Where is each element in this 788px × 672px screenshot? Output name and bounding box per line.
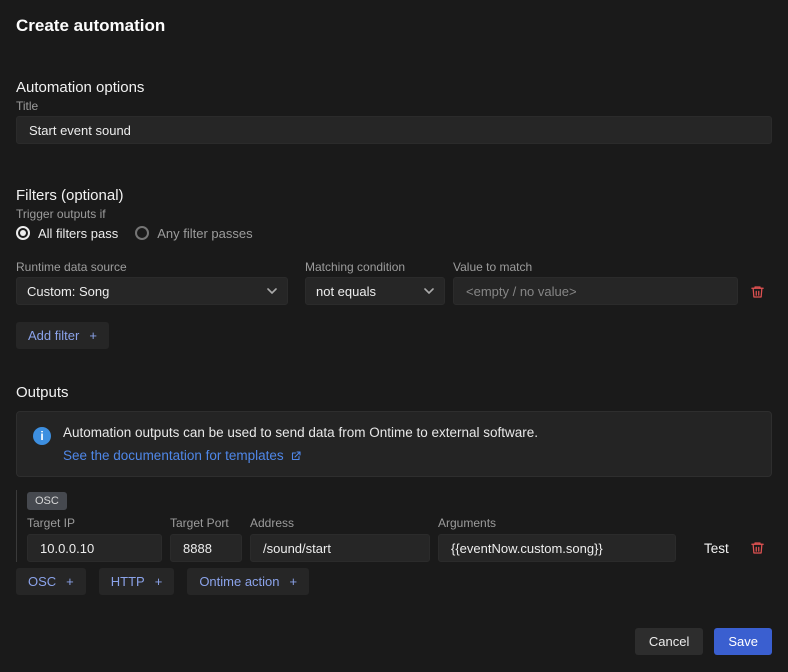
chevron-down-icon — [267, 288, 277, 294]
filters-heading: Filters (optional) — [16, 187, 124, 204]
info-alert-content: Automation outputs can be used to send d… — [63, 425, 538, 463]
save-button[interactable]: Save — [714, 628, 772, 655]
external-link-icon — [291, 450, 301, 460]
add-osc-button[interactable]: OSC + — [16, 568, 86, 595]
documentation-link-label: See the documentation for templates — [63, 448, 284, 463]
address-label: Address — [250, 516, 295, 531]
plus-icon: + — [89, 328, 97, 343]
test-button[interactable]: Test — [698, 534, 735, 562]
radio-all-filters-pass[interactable]: All filters pass — [16, 226, 118, 241]
address-input[interactable] — [250, 534, 430, 563]
trigger-radio-group: All filters pass Any filter passes — [16, 224, 253, 242]
arguments-label: Arguments — [438, 516, 497, 531]
osc-output-card: OSC Target IP Target Port Address Argume… — [16, 490, 773, 563]
value-to-match-label: Value to match — [453, 260, 533, 274]
matching-condition-label: Matching condition — [305, 260, 406, 274]
radio-checked-icon — [16, 226, 30, 240]
target-port-field: Target Port — [170, 516, 242, 563]
create-automation-dialog: Create automation Automation options Tit… — [0, 0, 788, 672]
outputs-heading: Outputs — [16, 384, 69, 401]
delete-filter-button[interactable] — [748, 282, 767, 302]
plus-icon: + — [66, 574, 74, 589]
arguments-input[interactable] — [438, 534, 676, 563]
info-text: Automation outputs can be used to send d… — [63, 425, 539, 440]
plus-icon: + — [154, 574, 163, 589]
dialog-footer: Cancel Save — [634, 628, 772, 655]
runtime-data-source-value: Custom: Song — [27, 283, 110, 299]
target-ip-input[interactable] — [27, 534, 162, 563]
trigger-outputs-label: Trigger outputs if — [16, 207, 106, 221]
chevron-down-icon — [424, 288, 434, 294]
add-http-button[interactable]: HTTP + — [98, 568, 175, 595]
trash-icon — [751, 542, 764, 554]
value-to-match-input[interactable] — [453, 277, 738, 305]
info-icon: i — [33, 427, 51, 445]
address-field: Address — [250, 516, 430, 563]
radio-any-label: Any filter passes — [157, 225, 253, 241]
add-output-row: OSC + HTTP + Ontime action + — [16, 568, 310, 595]
radio-any-filter-passes[interactable]: Any filter passes — [135, 225, 253, 241]
add-filter-label: Add filter — [28, 328, 80, 343]
radio-unchecked-icon — [135, 226, 150, 240]
osc-fields-row: Target IP Target Port Address Arguments … — [27, 516, 773, 563]
runtime-data-source-select[interactable]: Custom: Song — [16, 277, 288, 305]
trash-icon — [751, 286, 764, 298]
matching-condition-select[interactable]: not equals — [305, 277, 445, 305]
documentation-link[interactable]: See the documentation for templates — [63, 448, 302, 463]
target-ip-field: Target IP — [27, 516, 162, 563]
dialog-title: Create automation — [16, 16, 166, 35]
add-http-label: HTTP — [110, 574, 145, 589]
automation-options-heading: Automation options — [16, 79, 145, 96]
title-label: Title — [16, 99, 39, 113]
arguments-field: Arguments — [438, 516, 676, 563]
add-filter-button[interactable]: Add filter + — [16, 322, 109, 349]
target-port-label: Target Port — [170, 516, 229, 531]
info-alert: i Automation outputs can be used to send… — [16, 411, 772, 477]
add-ontime-action-label: Ontime action — [199, 574, 280, 589]
radio-all-label: All filters pass — [38, 225, 119, 241]
plus-icon: + — [289, 574, 298, 589]
add-osc-label: OSC — [28, 574, 57, 589]
target-port-input[interactable] — [170, 534, 242, 563]
matching-condition-value: not equals — [316, 283, 376, 299]
title-input[interactable] — [16, 116, 772, 144]
add-ontime-action-button[interactable]: Ontime action + — [187, 568, 310, 595]
osc-badge: OSC — [27, 492, 67, 511]
cancel-button[interactable]: Cancel — [634, 628, 704, 655]
target-ip-label: Target IP — [27, 516, 76, 531]
delete-output-button[interactable] — [748, 534, 767, 562]
runtime-data-source-label: Runtime data source — [16, 260, 127, 274]
